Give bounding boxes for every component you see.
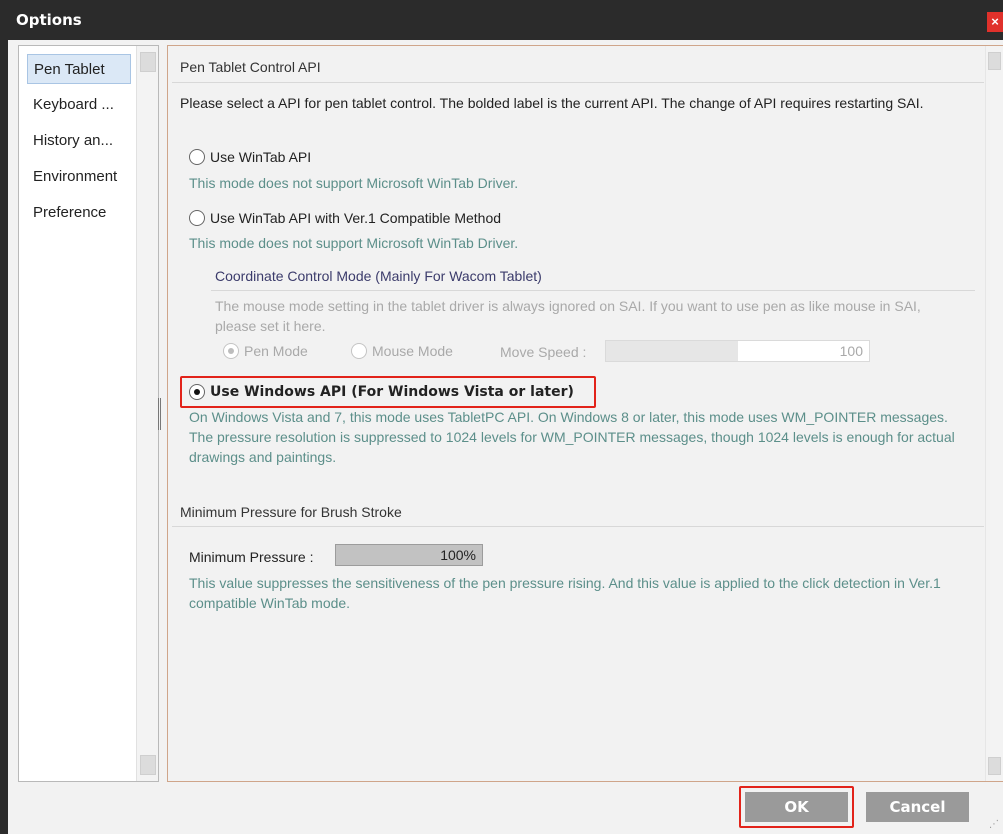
radio-mouse-mode[interactable]: Mouse Mode — [351, 343, 453, 359]
radio-wintab-button[interactable] — [189, 149, 205, 165]
radio-pen-mode-button[interactable] — [223, 343, 239, 359]
sidebar-item-preference[interactable]: Preference — [27, 198, 112, 228]
coordinate-mode-title: Coordinate Control Mode (Mainly For Waco… — [215, 268, 542, 284]
options-dialog: Options × Pen Tablet Keyboard ... Histor… — [0, 0, 1003, 834]
radio-windows-api[interactable]: Use Windows API (For Windows Vista or la… — [189, 384, 574, 400]
move-speed-fill — [606, 341, 738, 361]
pen-api-description: Please select a API for pen tablet contr… — [180, 95, 924, 111]
settings-panel: Pen Tablet Control API Please select a A… — [167, 45, 1003, 782]
radio-pen-mode-label: Pen Mode — [244, 343, 308, 359]
pane-splitter[interactable] — [158, 398, 161, 430]
radio-mouse-mode-label: Mouse Mode — [372, 343, 453, 359]
radio-pen-mode[interactable]: Pen Mode — [223, 343, 308, 359]
radio-wintab-v1[interactable]: Use WinTab API with Ver.1 Compatible Met… — [189, 210, 501, 226]
section-divider — [172, 82, 984, 83]
sidebar-scroll-down[interactable] — [140, 755, 156, 775]
min-pressure-slider[interactable]: 100% — [335, 544, 483, 566]
move-speed-slider[interactable]: 100 — [605, 340, 870, 362]
coordinate-mode-description: The mouse mode setting in the tablet dri… — [215, 298, 921, 334]
panel-scroll-up[interactable] — [988, 52, 1001, 70]
close-icon[interactable]: × — [987, 12, 1003, 32]
radio-mouse-mode-button[interactable] — [351, 343, 367, 359]
ok-button[interactable]: OK — [745, 792, 848, 822]
window-title: Options — [16, 11, 82, 29]
sidebar-item-history[interactable]: History an... — [27, 126, 119, 156]
sidebar-item-environment[interactable]: Environment — [27, 162, 123, 192]
windows-api-note: On Windows Vista and 7, this mode uses T… — [189, 409, 955, 465]
coordinate-divider — [211, 290, 975, 291]
resize-grip-icon[interactable]: ⋰ — [989, 819, 999, 830]
section-title-pen-api: Pen Tablet Control API — [180, 59, 321, 75]
radio-windows-api-label: Use Windows API (For Windows Vista or la… — [210, 384, 574, 400]
move-speed-value: 100 — [839, 343, 863, 359]
sidebar-scrollbar[interactable] — [136, 46, 158, 781]
panel-scrollbar[interactable] — [985, 46, 1003, 781]
radio-wintab[interactable]: Use WinTab API — [189, 149, 311, 165]
sidebar-item-keyboard[interactable]: Keyboard ... — [27, 90, 120, 120]
cancel-button[interactable]: Cancel — [866, 792, 969, 822]
min-pressure-note: This value suppresses the sensitiveness … — [189, 575, 941, 611]
pressure-divider — [172, 526, 984, 527]
radio-windows-api-button[interactable] — [189, 384, 205, 400]
wintab-v1-note: This mode does not support Microsoft Win… — [189, 235, 519, 251]
section-title-pressure: Minimum Pressure for Brush Stroke — [180, 504, 402, 520]
wintab-note: This mode does not support Microsoft Win… — [189, 175, 519, 191]
title-bar: Options × — [0, 0, 1003, 40]
category-sidebar: Pen Tablet Keyboard ... History an... En… — [18, 45, 159, 782]
radio-wintab-label: Use WinTab API — [210, 149, 312, 165]
sidebar-item-pen-tablet[interactable]: Pen Tablet — [27, 54, 131, 84]
radio-wintab-v1-label: Use WinTab API with Ver.1 Compatible Met… — [210, 210, 502, 226]
move-speed-label: Move Speed : — [500, 344, 587, 360]
sidebar-scroll-up[interactable] — [140, 52, 156, 72]
panel-scroll-down[interactable] — [988, 757, 1001, 775]
min-pressure-label: Minimum Pressure : — [189, 549, 314, 565]
radio-wintab-v1-button[interactable] — [189, 210, 205, 226]
min-pressure-value: 100% — [440, 547, 476, 563]
